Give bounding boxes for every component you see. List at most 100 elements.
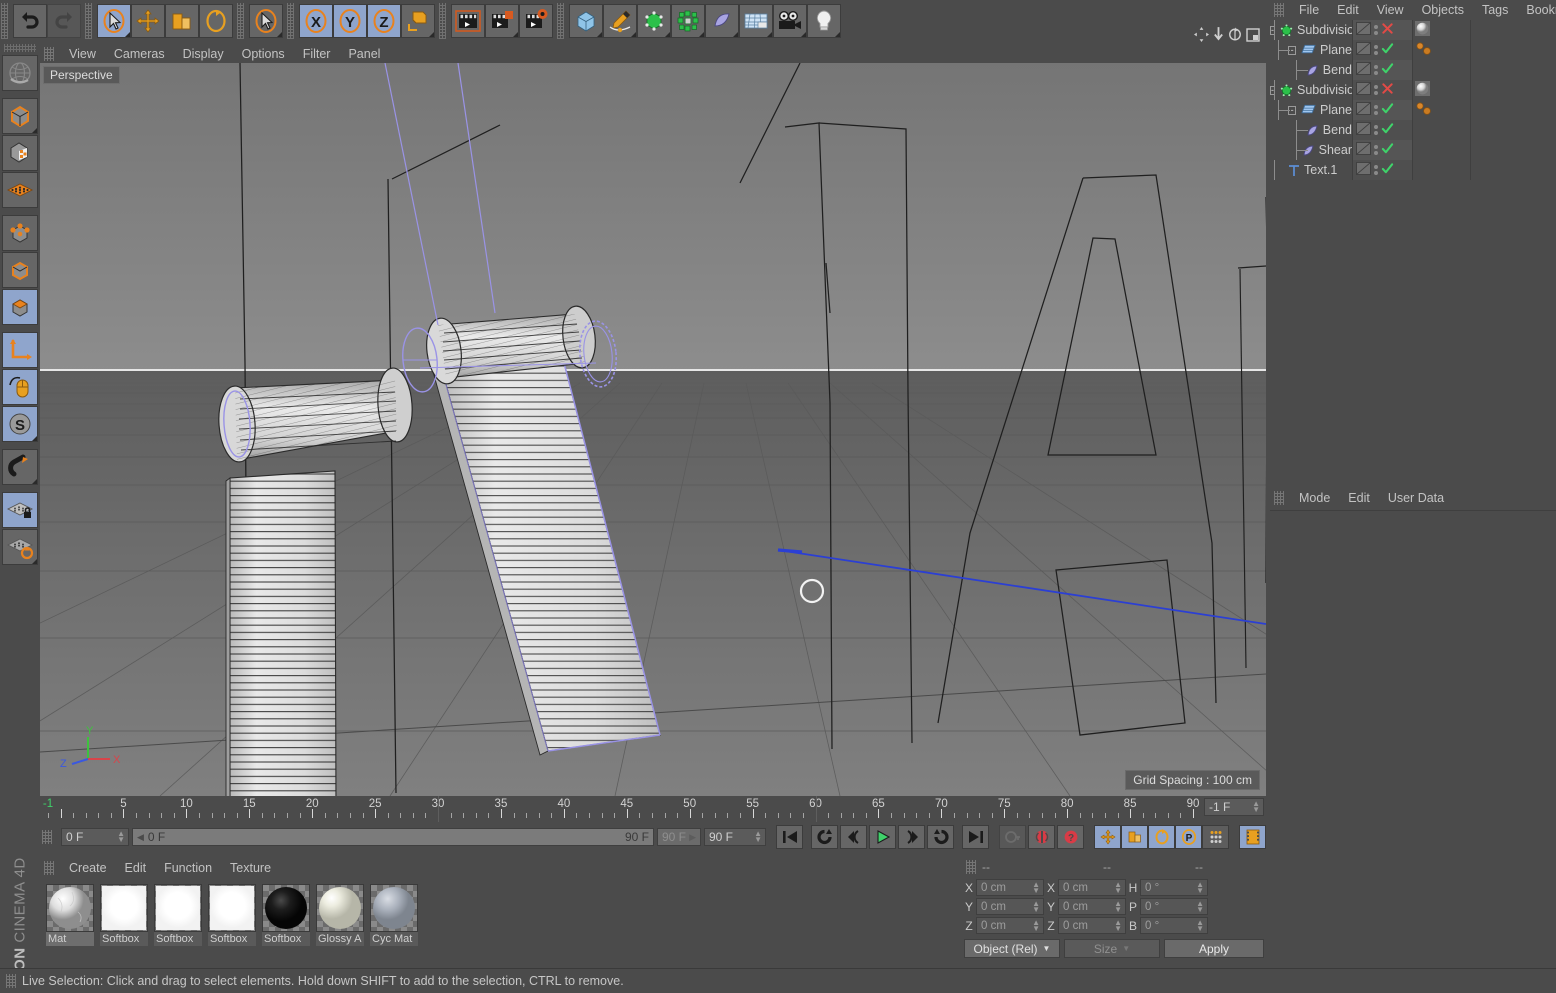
spinner-icon[interactable]: ▲ ▼ — [754, 830, 762, 844]
ruler-negative-field[interactable]: -1 F ▲ ▼ — [1204, 798, 1264, 816]
axis-x-button[interactable]: X — [299, 4, 333, 38]
object-tree-cell[interactable]: Bend — [1270, 120, 1352, 140]
layer-swatch-icon[interactable] — [1356, 62, 1371, 78]
size-x-input[interactable]: 0 cm ▲ ▼ — [1058, 879, 1126, 896]
visibility-dots-icon[interactable] — [1374, 105, 1378, 115]
material-menu-edit[interactable]: Edit — [116, 860, 156, 876]
step-back-button[interactable] — [840, 825, 867, 849]
go-to-start-button[interactable] — [776, 825, 803, 849]
object-row[interactable]: - Plane — [1270, 40, 1556, 60]
viewport-menu-panel[interactable]: Panel — [339, 47, 389, 61]
timeline-range-slider[interactable]: ◀ 0 F 90 F — [132, 828, 654, 846]
coordinate-gripper[interactable] — [966, 860, 976, 874]
size-z-input[interactable]: 0 cm ▲ ▼ — [1058, 917, 1126, 934]
material-name[interactable]: Mat — [46, 932, 94, 946]
enabled-check-icon[interactable] — [1381, 102, 1394, 118]
object-name[interactable]: Plane — [1320, 43, 1352, 57]
viewport-menu-view[interactable]: View — [60, 47, 105, 61]
object-state-cell[interactable] — [1352, 160, 1412, 180]
object-row[interactable]: Shear — [1270, 140, 1556, 160]
layer-swatch-icon[interactable] — [1356, 82, 1371, 98]
material-name[interactable]: Softbox — [154, 932, 202, 946]
play-forward-button[interactable] — [869, 825, 896, 849]
rotation-b-input[interactable]: 0 ° ▲ ▼ — [1140, 917, 1208, 934]
material-preview-grey-sphere[interactable] — [370, 884, 418, 932]
object-menu-gripper[interactable] — [1274, 3, 1284, 17]
visibility-dots-icon[interactable] — [1374, 85, 1378, 95]
material-preview-black-sphere[interactable] — [262, 884, 310, 932]
layer-swatch-icon[interactable] — [1356, 142, 1371, 158]
object-row[interactable]: -Subdivision Surface.1 — [1270, 20, 1556, 40]
layer-swatch-icon[interactable] — [1356, 22, 1371, 38]
play-reverse-button[interactable] — [811, 825, 838, 849]
object-menu-file[interactable]: File — [1290, 2, 1328, 18]
layer-swatch-icon[interactable] — [1356, 122, 1371, 138]
coordinate-size-dropdown[interactable]: Size ▼ — [1064, 939, 1160, 958]
toolbar-gripper[interactable] — [1, 3, 8, 39]
viewport-menu-cameras[interactable]: Cameras — [105, 47, 174, 61]
viewport-3d[interactable]: Perspective Y X Z Grid Spacing : 100 cm — [40, 63, 1266, 796]
disabled-x-icon[interactable] — [1381, 22, 1394, 38]
range-left-handle-icon[interactable]: ◀ — [137, 832, 144, 843]
layer-swatch-icon[interactable] — [1356, 162, 1371, 178]
object-menu-objects[interactable]: Objects — [1413, 2, 1473, 18]
object-name[interactable]: Shear — [1319, 143, 1352, 157]
viewport-solo-button[interactable] — [2, 369, 38, 405]
spinner-icon[interactable]: ▲ ▼ — [1196, 900, 1204, 914]
spinner-icon[interactable]: ▲ ▼ — [1114, 900, 1122, 914]
object-state-cell[interactable] — [1352, 100, 1412, 120]
axis-z-button[interactable]: Z — [367, 4, 401, 38]
move-tool-button[interactable] — [131, 4, 165, 38]
cube-primitive-button[interactable] — [569, 4, 603, 38]
position-y-input[interactable]: 0 cm ▲ ▼ — [976, 898, 1044, 915]
pan-view-icon[interactable] — [1194, 27, 1209, 45]
object-tag-cell[interactable] — [1412, 120, 1470, 140]
disabled-x-icon[interactable] — [1381, 82, 1394, 98]
material-preview-white-square[interactable] — [208, 884, 256, 932]
visibility-dots-icon[interactable] — [1374, 45, 1378, 55]
planar-workplane-button[interactable] — [2, 529, 38, 565]
render-picture-viewer-button[interactable] — [485, 4, 519, 38]
rotation-h-input[interactable]: 0 ° ▲ ▼ — [1140, 879, 1208, 896]
visibility-dots-icon[interactable] — [1374, 65, 1378, 75]
material-preview-white-square[interactable] — [100, 884, 148, 932]
key-parameter-button[interactable]: P — [1175, 825, 1202, 849]
spinner-icon[interactable]: ▲ ▼ — [1196, 881, 1204, 895]
toolbar-gripper-2[interactable] — [85, 3, 92, 39]
light-button[interactable] — [807, 4, 841, 38]
spinner-icon[interactable]: ▲ ▼ — [1032, 900, 1040, 914]
scale-tool-button[interactable] — [165, 4, 199, 38]
left-toolbar-gripper[interactable] — [4, 44, 36, 52]
texture-tag-icon[interactable] — [1415, 41, 1433, 60]
object-name[interactable]: Subdivision Surface.1 — [1297, 23, 1352, 37]
layer-swatch-icon[interactable] — [1356, 42, 1371, 58]
object-tag-cell[interactable] — [1412, 80, 1470, 100]
object-tree-cell[interactable]: Text.1 — [1270, 160, 1352, 180]
spinner-icon[interactable]: ▲ ▼ — [1114, 881, 1122, 895]
material-item[interactable]: Cyc Mat — [370, 884, 418, 946]
viewport-menu-gripper[interactable] — [44, 46, 54, 61]
material-item[interactable]: Softbox — [154, 884, 202, 946]
record-button[interactable] — [1028, 825, 1055, 849]
rotation-p-input[interactable]: 0 ° ▲ ▼ — [1140, 898, 1208, 915]
undo-button[interactable] — [13, 4, 47, 38]
object-tree-cell[interactable]: -Subdivision Surface — [1270, 80, 1352, 100]
spinner-icon[interactable]: ▲ ▼ — [1196, 919, 1204, 933]
viewport-menu-filter[interactable]: Filter — [294, 47, 340, 61]
material-preview-white-square[interactable] — [154, 884, 202, 932]
timeline-gripper[interactable] — [42, 830, 52, 844]
spinner-icon[interactable]: ▲ ▼ — [1032, 881, 1040, 895]
axis-y-button[interactable]: Y — [333, 4, 367, 38]
render-settings-button[interactable] — [519, 4, 553, 38]
material-menu-function[interactable]: Function — [155, 860, 221, 876]
loop-button[interactable] — [927, 825, 954, 849]
key-rotation-button[interactable] — [1148, 825, 1175, 849]
material-menu-texture[interactable]: Texture — [221, 860, 280, 876]
object-state-cell[interactable] — [1352, 60, 1412, 80]
material-item[interactable]: Softbox — [208, 884, 256, 946]
preview-end-field[interactable]: 90 F ▶ — [657, 828, 701, 846]
enabled-check-icon[interactable] — [1381, 42, 1394, 58]
object-name[interactable]: Text.1 — [1304, 163, 1337, 177]
toolbar-gripper-3[interactable] — [237, 3, 244, 39]
object-tree-cell[interactable]: -Subdivision Surface.1 — [1270, 20, 1352, 40]
